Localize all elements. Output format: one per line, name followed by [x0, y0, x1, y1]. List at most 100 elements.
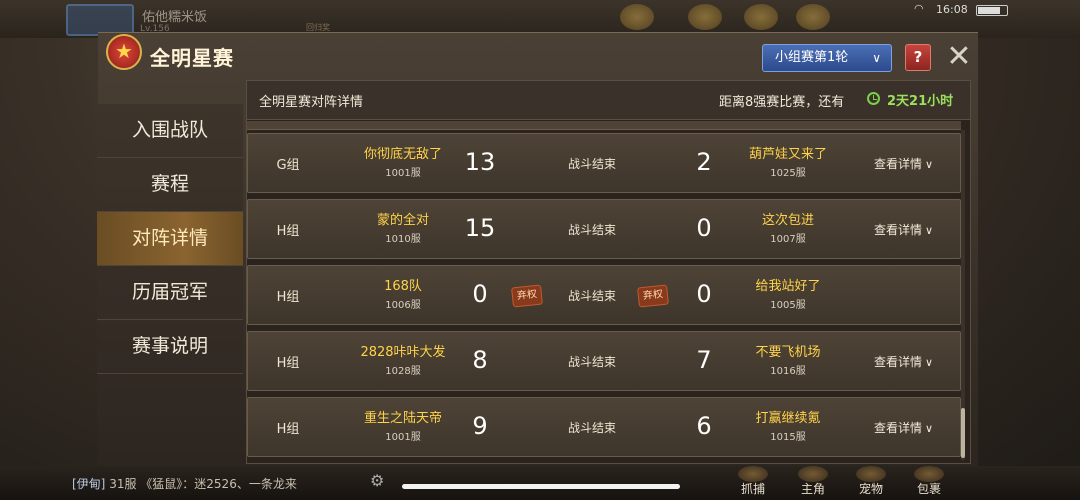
chevron-down-icon: ∨	[925, 356, 934, 369]
sidebar-item-schedule[interactable]: 赛程	[97, 158, 243, 212]
match-row: H组 2828咔咔大发 1028服 8 战斗结束 7 不要飞机场 1016服 查…	[247, 331, 961, 391]
round-select[interactable]: 小组赛第1轮 ∨	[762, 44, 892, 72]
team-a-name: 重生之陆天帝	[363, 411, 442, 426]
round-select-value: 小组赛第1轮	[775, 50, 849, 65]
group-label: G组	[276, 158, 300, 173]
match-status: 战斗结束	[567, 223, 616, 237]
view-details-link[interactable]: 查看详情 ∨	[874, 221, 933, 238]
activity-icon	[688, 4, 722, 30]
star-shield-icon: ★	[106, 34, 142, 70]
forfeit-badge: 弃权	[637, 284, 669, 308]
nav-capture[interactable]: 抓捕	[733, 480, 773, 497]
previous-row-edge	[247, 121, 961, 130]
team-a-name: 蒙的全对	[376, 213, 429, 228]
team-b-server: 1016服	[770, 366, 806, 377]
team-a-server: 1001服	[385, 168, 421, 179]
team-b-name: 葫芦娃又来了	[748, 147, 827, 162]
nav-bag[interactable]: 包裹	[909, 480, 949, 497]
match-row: H组 168队 1006服 0 弃权 战斗结束 弃权 0 给我站好了 1005服	[247, 265, 961, 325]
team-b: 葫芦娃又来了 1025服	[718, 143, 858, 179]
forfeit-badge: 弃权	[511, 284, 543, 308]
nav-hero[interactable]: 主角	[793, 480, 833, 497]
battery-icon	[976, 5, 1008, 16]
team-b-name: 这次包进	[761, 213, 814, 228]
match-status: 战斗结束	[567, 355, 616, 369]
wifi-icon: ◠	[914, 2, 924, 15]
sidebar-item-past-champions[interactable]: 历届冠军	[97, 266, 243, 320]
chevron-down-icon: ∨	[925, 224, 934, 237]
player-name: 佑他糯米饭	[142, 10, 208, 25]
view-details-link[interactable]: 查看详情 ∨	[874, 353, 933, 370]
chevron-down-icon: ∨	[872, 51, 881, 65]
home-indicator[interactable]	[402, 484, 680, 489]
matchup-panel: 全明星赛对阵详情 距离8强赛比赛，还有 2天21小时 G组 你彻底无敌了 100…	[246, 80, 971, 464]
view-details-link[interactable]: 查看详情 ∨	[874, 155, 933, 172]
panel-title: 全明星赛对阵详情	[259, 95, 364, 110]
sidebar-item-rules[interactable]: 赛事说明	[97, 320, 243, 374]
team-a: 重生之陆天帝 1001服	[328, 407, 478, 443]
clock-icon	[867, 92, 880, 105]
team-b: 不要飞机场 1016服	[718, 341, 858, 377]
chat-channel: [伊甸]	[72, 477, 106, 491]
team-b-name: 给我站好了	[755, 279, 821, 294]
match-status: 战斗结束	[567, 157, 616, 171]
chat-text: 31服 《猛鼠》：迷2526、一条龙来	[109, 477, 297, 491]
help-button[interactable]: ?	[905, 44, 931, 71]
team-a-name: 2828咔咔大发	[360, 345, 446, 360]
match-status: 战斗结束	[567, 421, 616, 435]
gift-icon	[744, 4, 778, 30]
team-b: 打赢继续氪 1015服	[718, 407, 858, 443]
team-b-name: 打赢继续氪	[755, 411, 821, 426]
match-row: G组 你彻底无敌了 1001服 13 战斗结束 2 葫芦娃又来了 1025服 查…	[247, 133, 961, 193]
team-a-server: 1010服	[385, 234, 421, 245]
score-a: 9	[472, 412, 488, 440]
team-a-server: 1028服	[385, 366, 421, 377]
view-details-label: 查看详情	[874, 157, 923, 171]
countdown-value: 2天21小时	[887, 94, 954, 109]
view-details-link[interactable]: 查看详情 ∨	[874, 419, 933, 436]
group-label: H组	[276, 290, 300, 305]
match-row: H组 蒙的全对 1010服 15 战斗结束 0 这次包进 1007服 查看详情 ∨	[247, 199, 961, 259]
panel-header: 全明星赛对阵详情 距离8强赛比赛，还有 2天21小时	[247, 81, 970, 120]
score-a: 15	[464, 214, 496, 242]
scrollbar-thumb[interactable]	[961, 408, 965, 458]
team-b: 这次包进 1007服	[718, 209, 858, 245]
score-a: 0	[472, 280, 488, 308]
team-b-server: 1007服	[770, 234, 806, 245]
team-b-server: 1015服	[770, 432, 806, 443]
team-a-name: 168队	[384, 279, 422, 294]
team-b-server: 1025服	[770, 168, 806, 179]
countdown-label: 距离8强赛比赛，还有	[719, 95, 845, 110]
team-a-server: 1001服	[385, 432, 421, 443]
close-button[interactable]: ✕	[944, 40, 974, 74]
shop-icon	[796, 4, 830, 30]
nav-pet[interactable]: 宠物	[851, 480, 891, 497]
team-a: 2828咔咔大发 1028服	[328, 341, 478, 377]
score-a: 13	[464, 148, 496, 176]
match-list[interactable]: G组 你彻底无敌了 1001服 13 战斗结束 2 葫芦娃又来了 1025服 查…	[247, 133, 961, 463]
sidebar-item-qualified-teams[interactable]: 入围战队	[97, 104, 243, 158]
chevron-down-icon: ∨	[925, 158, 934, 171]
score-a: 8	[472, 346, 488, 374]
team-a: 你彻底无敌了 1001服	[328, 143, 478, 179]
match-status: 战斗结束	[567, 289, 616, 303]
team-a: 168队 1006服	[328, 275, 478, 311]
group-label: H组	[276, 356, 300, 371]
event-icon	[620, 4, 654, 30]
view-details-label: 查看详情	[874, 223, 923, 237]
chat-line[interactable]: [伊甸] 31服 《猛鼠》：迷2526、一条龙来	[72, 475, 297, 492]
team-b-name: 不要飞机场	[755, 345, 821, 360]
group-label: H组	[276, 422, 300, 437]
team-a: 蒙的全对 1010服	[328, 209, 478, 245]
status-time: 16:08	[936, 3, 968, 16]
view-details-label: 查看详情	[874, 355, 923, 369]
match-row: H组 重生之陆天帝 1001服 9 战斗结束 6 打赢继续氪 1015服 查看详…	[247, 397, 961, 457]
sidebar: 入围战队 赛程 对阵详情 历届冠军 赛事说明	[97, 104, 243, 424]
sidebar-item-matchups[interactable]: 对阵详情	[97, 212, 243, 266]
group-label: H组	[276, 224, 300, 239]
gear-icon[interactable]: ⚙	[370, 471, 384, 490]
team-a-name: 你彻底无敌了	[363, 147, 442, 162]
view-details-label: 查看详情	[874, 421, 923, 435]
dialog-title: 全明星赛	[150, 46, 234, 70]
team-b: 给我站好了 1005服	[718, 275, 858, 311]
